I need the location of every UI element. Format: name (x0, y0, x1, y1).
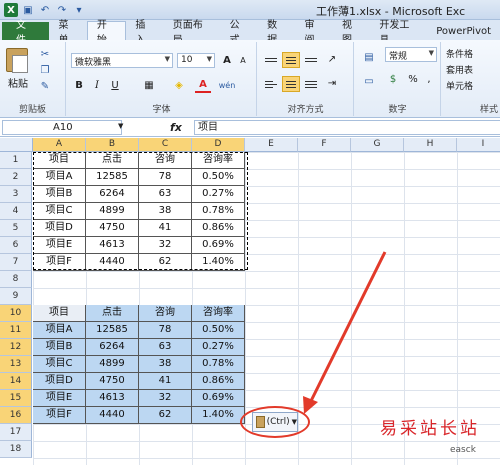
watermark-subtext: easck (450, 445, 476, 455)
annotation-arrow (303, 251, 387, 414)
watermark-text: 易采站长站 (380, 419, 480, 439)
annotation-ellipse (240, 406, 310, 438)
